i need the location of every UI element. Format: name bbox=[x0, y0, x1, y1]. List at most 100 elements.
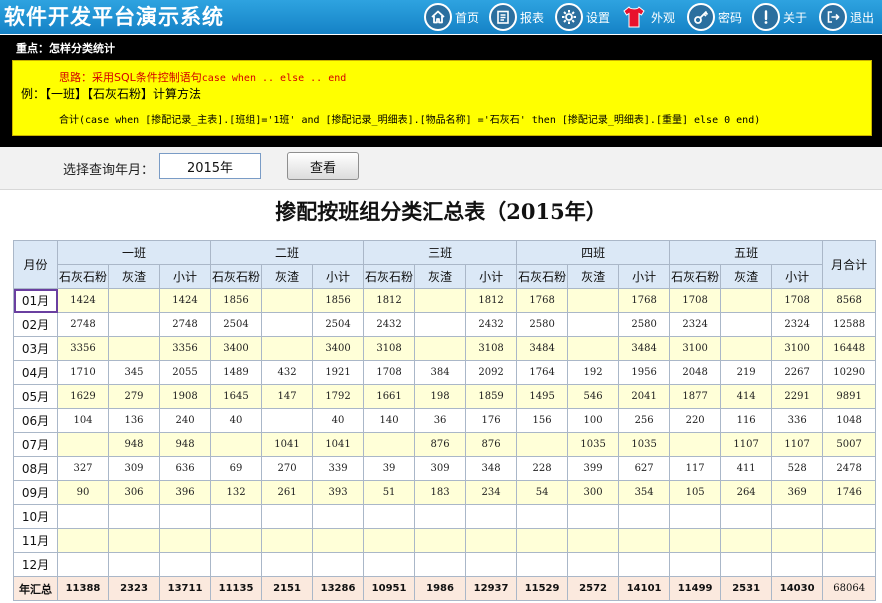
data-cell[interactable] bbox=[312, 504, 365, 529]
data-cell[interactable] bbox=[771, 528, 824, 553]
month-total-cell[interactable]: 9891 bbox=[822, 384, 877, 409]
data-cell[interactable] bbox=[465, 528, 518, 553]
month-cell[interactable]: 11月 bbox=[13, 528, 58, 553]
data-cell[interactable]: 2504 bbox=[210, 312, 263, 337]
data-cell[interactable]: 3356 bbox=[158, 336, 212, 361]
data-cell[interactable] bbox=[516, 552, 569, 577]
nav-about[interactable]: 关于 bbox=[752, 0, 807, 34]
data-cell[interactable]: 1489 bbox=[210, 360, 263, 385]
data-cell[interactable] bbox=[363, 432, 416, 457]
data-cell[interactable] bbox=[158, 528, 212, 553]
data-cell[interactable] bbox=[567, 288, 620, 313]
data-cell[interactable]: 309 bbox=[414, 456, 467, 481]
data-cell[interactable]: 546 bbox=[567, 384, 620, 409]
data-cell[interactable]: 1856 bbox=[210, 288, 263, 313]
data-cell[interactable]: 117 bbox=[669, 456, 722, 481]
data-cell[interactable]: 1107 bbox=[771, 432, 824, 457]
data-cell[interactable]: 348 bbox=[465, 456, 518, 481]
data-cell[interactable]: 432 bbox=[261, 360, 314, 385]
data-cell[interactable]: 876 bbox=[465, 432, 518, 457]
nav-settings[interactable]: 设置 bbox=[555, 0, 610, 34]
month-cell[interactable]: 02月 bbox=[13, 312, 58, 337]
data-cell[interactable]: 1035 bbox=[567, 432, 620, 457]
data-cell[interactable]: 104 bbox=[57, 408, 109, 433]
data-cell[interactable]: 3100 bbox=[771, 336, 824, 361]
data-cell[interactable]: 3108 bbox=[363, 336, 416, 361]
data-cell[interactable] bbox=[720, 504, 773, 529]
data-cell[interactable]: 156 bbox=[516, 408, 569, 433]
data-cell[interactable]: 1908 bbox=[158, 384, 212, 409]
nav-home[interactable]: 首页 bbox=[424, 0, 479, 34]
nav-password[interactable]: 密码 bbox=[687, 0, 742, 34]
data-cell[interactable]: 1424 bbox=[158, 288, 212, 313]
data-cell[interactable]: 39 bbox=[363, 456, 416, 481]
data-cell[interactable] bbox=[312, 552, 365, 577]
data-cell[interactable]: 140 bbox=[363, 408, 416, 433]
month-total-cell[interactable] bbox=[822, 552, 877, 577]
data-cell[interactable]: 261 bbox=[261, 480, 314, 505]
nav-appearance[interactable]: 外观 bbox=[620, 0, 675, 34]
data-cell[interactable]: 2432 bbox=[465, 312, 518, 337]
data-cell[interactable]: 192 bbox=[567, 360, 620, 385]
data-cell[interactable]: 1424 bbox=[57, 288, 109, 313]
data-cell[interactable]: 1768 bbox=[618, 288, 671, 313]
data-cell[interactable] bbox=[720, 336, 773, 361]
data-cell[interactable]: 36 bbox=[414, 408, 467, 433]
data-cell[interactable]: 1495 bbox=[516, 384, 569, 409]
data-cell[interactable] bbox=[567, 552, 620, 577]
nav-logout[interactable]: 退出 bbox=[819, 0, 874, 34]
data-cell[interactable]: 306 bbox=[108, 480, 160, 505]
data-cell[interactable]: 40 bbox=[312, 408, 365, 433]
data-cell[interactable]: 116 bbox=[720, 408, 773, 433]
data-cell[interactable]: 1629 bbox=[57, 384, 109, 409]
data-cell[interactable] bbox=[108, 552, 160, 577]
data-cell[interactable]: 198 bbox=[414, 384, 467, 409]
year-month-input[interactable] bbox=[159, 153, 261, 179]
data-cell[interactable]: 1708 bbox=[669, 288, 722, 313]
data-cell[interactable]: 2432 bbox=[363, 312, 416, 337]
data-cell[interactable] bbox=[414, 504, 467, 529]
data-cell[interactable]: 3100 bbox=[669, 336, 722, 361]
data-cell[interactable]: 228 bbox=[516, 456, 569, 481]
data-cell[interactable] bbox=[720, 288, 773, 313]
data-cell[interactable]: 2324 bbox=[669, 312, 722, 337]
data-cell[interactable]: 414 bbox=[720, 384, 773, 409]
data-cell[interactable]: 1812 bbox=[363, 288, 416, 313]
data-cell[interactable]: 3356 bbox=[57, 336, 109, 361]
data-cell[interactable] bbox=[108, 288, 160, 313]
month-total-cell[interactable] bbox=[822, 528, 877, 553]
data-cell[interactable] bbox=[261, 552, 314, 577]
data-cell[interactable]: 309 bbox=[108, 456, 160, 481]
data-cell[interactable] bbox=[669, 432, 722, 457]
data-cell[interactable]: 300 bbox=[567, 480, 620, 505]
data-cell[interactable] bbox=[108, 336, 160, 361]
data-cell[interactable] bbox=[363, 552, 416, 577]
data-cell[interactable]: 69 bbox=[210, 456, 263, 481]
data-cell[interactable] bbox=[567, 528, 620, 553]
month-cell[interactable]: 01月 bbox=[13, 288, 58, 313]
data-cell[interactable]: 3400 bbox=[312, 336, 365, 361]
data-cell[interactable] bbox=[261, 312, 314, 337]
data-cell[interactable]: 105 bbox=[669, 480, 722, 505]
data-cell[interactable]: 100 bbox=[567, 408, 620, 433]
data-cell[interactable]: 1710 bbox=[57, 360, 109, 385]
data-cell[interactable] bbox=[720, 312, 773, 337]
data-cell[interactable]: 2048 bbox=[669, 360, 722, 385]
month-total-cell[interactable]: 5007 bbox=[822, 432, 877, 457]
data-cell[interactable] bbox=[57, 528, 109, 553]
data-cell[interactable]: 147 bbox=[261, 384, 314, 409]
data-cell[interactable] bbox=[261, 288, 314, 313]
data-cell[interactable] bbox=[158, 504, 212, 529]
data-cell[interactable] bbox=[158, 552, 212, 577]
data-cell[interactable] bbox=[363, 528, 416, 553]
data-cell[interactable]: 3484 bbox=[516, 336, 569, 361]
data-cell[interactable] bbox=[771, 552, 824, 577]
data-cell[interactable]: 1877 bbox=[669, 384, 722, 409]
data-cell[interactable] bbox=[669, 552, 722, 577]
data-cell[interactable] bbox=[210, 552, 263, 577]
data-cell[interactable] bbox=[567, 504, 620, 529]
month-cell[interactable]: 09月 bbox=[13, 480, 58, 505]
month-cell[interactable]: 06月 bbox=[13, 408, 58, 433]
month-total-cell[interactable]: 1746 bbox=[822, 480, 877, 505]
data-cell[interactable] bbox=[261, 528, 314, 553]
